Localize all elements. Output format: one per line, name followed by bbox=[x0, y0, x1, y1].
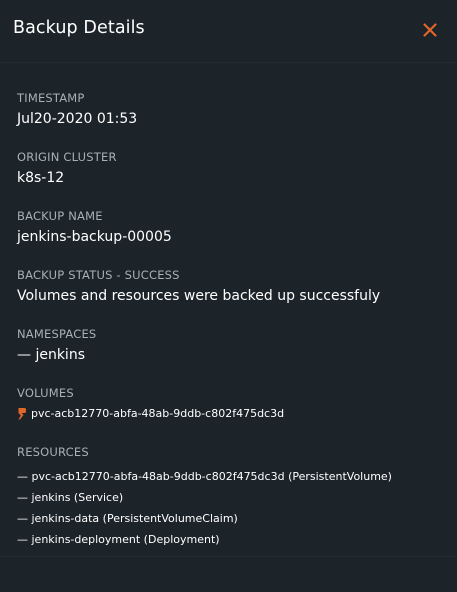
volumes-section: VOLUMES pvc-acb12770-abfa-48ab-9ddb-c802… bbox=[17, 386, 284, 420]
resource-item: — jenkins-deployment (Deployment) bbox=[17, 533, 220, 546]
footer-divider bbox=[0, 556, 457, 557]
namespace-item: — jenkins bbox=[17, 347, 85, 363]
portworx-volume-icon bbox=[17, 407, 27, 420]
close-icon bbox=[423, 23, 437, 37]
timestamp-value: Jul20-2020 01:53 bbox=[17, 111, 138, 127]
timestamp-label: TIMESTAMP bbox=[17, 91, 85, 105]
resource-item: — jenkins (Service) bbox=[17, 491, 124, 504]
namespaces-label: NAMESPACES bbox=[17, 327, 97, 341]
backup-details-panel: Backup Details TIMESTAMP Jul20-2020 01:5… bbox=[0, 0, 457, 592]
volume-item: pvc-acb12770-abfa-48ab-9ddb-c802f475dc3d bbox=[17, 407, 284, 420]
backup-name-section: BACKUP NAME jenkins-backup-00005 bbox=[17, 209, 172, 245]
origin-cluster-label: ORIGIN CLUSTER bbox=[17, 150, 117, 164]
panel-title: Backup Details bbox=[13, 18, 145, 38]
backup-name-value: jenkins-backup-00005 bbox=[17, 229, 172, 245]
resource-item: — jenkins-data (PersistentVolumeClaim) bbox=[17, 512, 238, 525]
resources-list: — pvc-acb12770-abfa-48ab-9ddb-c802f475dc… bbox=[17, 466, 392, 550]
backup-status-value: Volumes and resources were backed up suc… bbox=[17, 288, 381, 304]
timestamp-section: TIMESTAMP Jul20-2020 01:53 bbox=[17, 91, 137, 127]
resource-item: — pvc-acb12770-abfa-48ab-9ddb-c802f475dc… bbox=[17, 470, 392, 483]
origin-cluster-value: k8s-12 bbox=[17, 170, 65, 186]
backup-name-label: BACKUP NAME bbox=[17, 209, 103, 223]
backup-status-section: BACKUP STATUS - SUCCESS Volumes and reso… bbox=[17, 268, 380, 304]
volume-item-label: pvc-acb12770-abfa-48ab-9ddb-c802f475dc3d bbox=[31, 407, 285, 420]
panel-header: Backup Details bbox=[0, 0, 457, 63]
resources-label: RESOURCES bbox=[17, 445, 89, 459]
origin-cluster-section: ORIGIN CLUSTER k8s-12 bbox=[17, 150, 117, 186]
backup-status-label: BACKUP STATUS - SUCCESS bbox=[17, 268, 180, 282]
close-button[interactable] bbox=[422, 22, 438, 38]
volumes-label: VOLUMES bbox=[17, 386, 74, 400]
namespaces-section: NAMESPACES — jenkins bbox=[17, 327, 96, 363]
resources-section: RESOURCES — pvc-acb12770-abfa-48ab-9ddb-… bbox=[17, 445, 392, 550]
